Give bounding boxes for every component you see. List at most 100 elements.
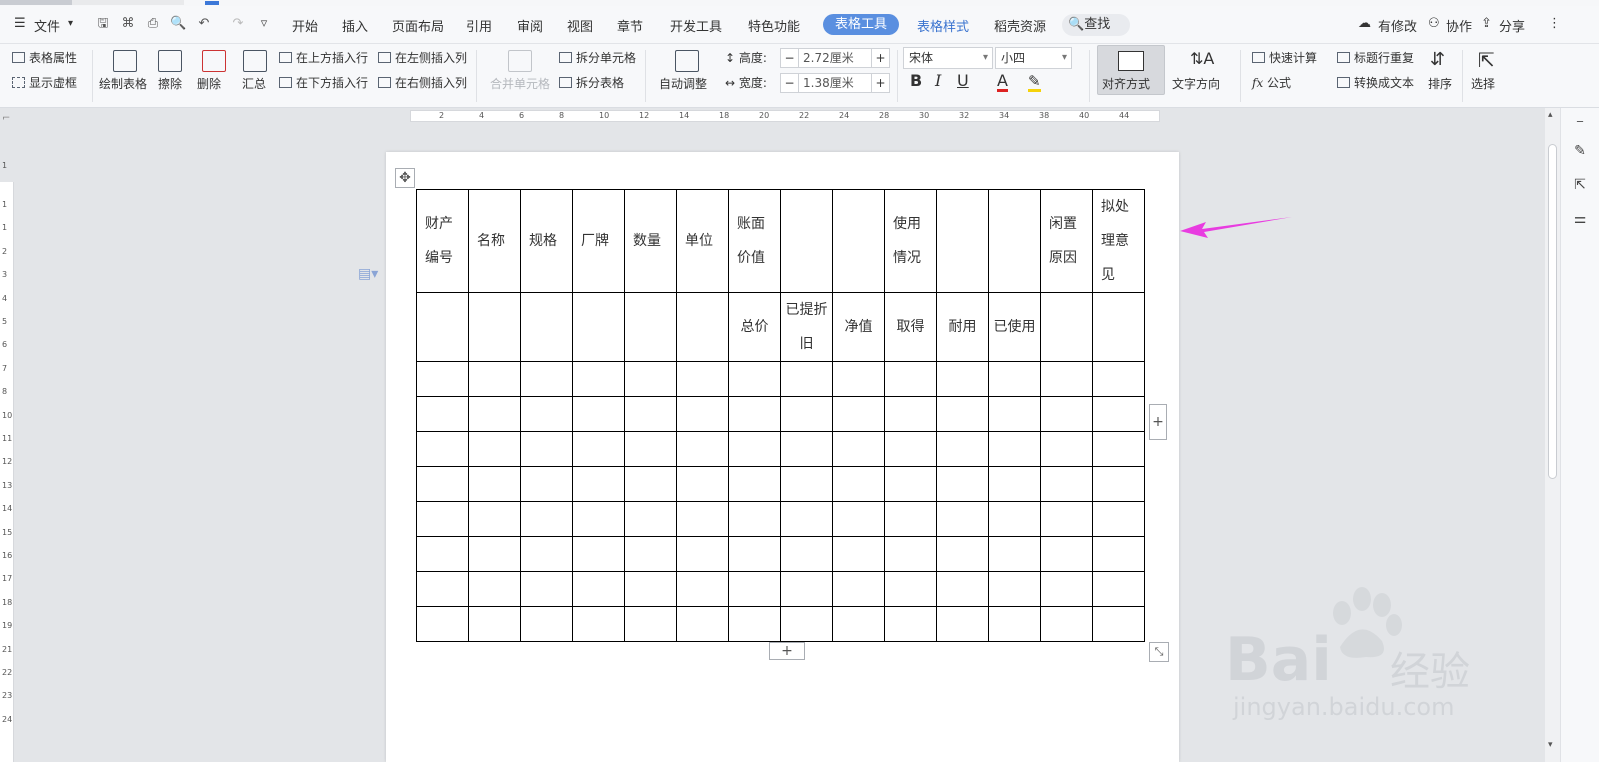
table-cell[interactable] [676, 606, 729, 642]
table-cell[interactable] [572, 292, 625, 362]
table-cell[interactable] [728, 396, 781, 432]
table-cell[interactable] [884, 571, 937, 607]
table-cell[interactable]: 取得 [884, 292, 937, 362]
table-cell[interactable] [624, 501, 677, 537]
table-cell[interactable]: 已提折旧 [780, 292, 833, 362]
customize-icon[interactable]: ▿ [256, 16, 272, 32]
table-cell[interactable] [1092, 571, 1145, 607]
table-cell[interactable]: 名称 [468, 189, 521, 293]
table-cell[interactable] [520, 431, 573, 467]
add-column-button[interactable]: + [1149, 404, 1167, 440]
table-cell[interactable] [1092, 466, 1145, 502]
scrollbar-thumb[interactable] [1548, 144, 1557, 479]
tab-table-style[interactable]: 表格样式 [917, 16, 969, 35]
height-stepper[interactable]: − 2.72厘米 + [780, 48, 890, 68]
table-cell[interactable] [1092, 431, 1145, 467]
text-direction-button[interactable]: 文字方向 [1172, 76, 1220, 92]
table-cell[interactable] [780, 536, 833, 572]
document-page[interactable]: ✥ 财产编号 名称 规格 厂牌 数量 单位 账面价值 使用情况 闲置原因 拟处理意见 总价 已提折旧净… [386, 152, 1179, 762]
bold-icon[interactable]: B [910, 73, 922, 89]
save-icon[interactable]: 🖫 [95, 16, 111, 32]
collaborate-button[interactable]: 协作 [1446, 16, 1472, 35]
table-cell[interactable] [988, 501, 1041, 537]
table-cell[interactable] [780, 501, 833, 537]
table-cell[interactable] [1040, 361, 1093, 397]
table-props-button[interactable]: 表格属性 [12, 50, 77, 66]
table-cell[interactable] [1040, 606, 1093, 642]
draw-table-button[interactable]: 绘制表格 [99, 76, 147, 92]
collapse-icon[interactable]: ─ [1569, 112, 1591, 134]
table-cell[interactable] [468, 361, 521, 397]
table-cell[interactable] [936, 571, 989, 607]
table-cell[interactable] [572, 536, 625, 572]
font-color-icon[interactable]: A [997, 73, 1008, 92]
table-cell[interactable] [988, 606, 1041, 642]
insert-col-right-button[interactable]: 在右侧插入列 [378, 75, 467, 91]
table-cell[interactable] [520, 536, 573, 572]
table-cell[interactable] [884, 466, 937, 502]
tab-page-layout[interactable]: 页面布局 [392, 16, 444, 35]
table-cell[interactable] [1040, 292, 1093, 362]
table-cell[interactable] [1040, 501, 1093, 537]
table-cell[interactable] [936, 189, 989, 293]
table-cell[interactable] [676, 536, 729, 572]
width-stepper[interactable]: − 1.38厘米 + [780, 73, 890, 93]
table-cell[interactable]: 拟处理意见 [1092, 189, 1145, 293]
to-text-button[interactable]: 转换成文本 [1337, 75, 1414, 91]
table-cell[interactable] [832, 501, 885, 537]
tab-chapter[interactable]: 章节 [617, 16, 643, 35]
table-cell[interactable] [832, 361, 885, 397]
show-gridlines-button[interactable]: 显示虚框 [12, 75, 77, 91]
table-cell[interactable] [936, 396, 989, 432]
table-cell[interactable] [780, 606, 833, 642]
tab-review[interactable]: 审阅 [517, 16, 543, 35]
tab-view[interactable]: 视图 [567, 16, 593, 35]
table-cell[interactable] [936, 431, 989, 467]
insert-row-above-button[interactable]: 在上方插入行 [279, 50, 368, 66]
table-cell[interactable] [624, 431, 677, 467]
table-cell[interactable] [676, 361, 729, 397]
table-cell[interactable] [832, 571, 885, 607]
table-cell[interactable] [832, 396, 885, 432]
table-cell[interactable]: 财产编号 [416, 189, 469, 293]
table-cell[interactable] [624, 361, 677, 397]
table-cell[interactable]: 总价 [728, 292, 781, 362]
table-cell[interactable] [468, 292, 521, 362]
table-cell[interactable]: 已使用 [988, 292, 1041, 362]
table-cell[interactable] [884, 361, 937, 397]
table-cell[interactable] [1092, 606, 1145, 642]
table-cell[interactable] [832, 189, 885, 293]
table-cell[interactable] [468, 466, 521, 502]
scroll-down-icon[interactable]: ▾ [1548, 740, 1553, 750]
table-cell[interactable] [780, 571, 833, 607]
table-cell[interactable] [676, 292, 729, 362]
quick-calc-button[interactable]: 快速计算 [1252, 50, 1317, 66]
table-cell[interactable] [416, 396, 469, 432]
tab-developer[interactable]: 开发工具 [670, 16, 722, 35]
menu-file[interactable]: 文件 [34, 16, 60, 35]
table-cell[interactable] [884, 536, 937, 572]
table-cell[interactable] [936, 536, 989, 572]
table-cell[interactable] [936, 501, 989, 537]
table-cell[interactable] [520, 501, 573, 537]
insert-col-left-button[interactable]: 在左侧插入列 [378, 50, 467, 66]
italic-icon[interactable]: I [935, 73, 941, 89]
table-cell[interactable] [572, 501, 625, 537]
format-painter-icon[interactable]: ⌘ [120, 16, 136, 32]
table-cell[interactable]: 闲置原因 [1040, 189, 1093, 293]
tab-table-tools[interactable]: 表格工具 [823, 14, 900, 35]
table-cell[interactable] [416, 536, 469, 572]
table-cell[interactable] [780, 189, 833, 293]
table-cell[interactable] [936, 361, 989, 397]
tab-references[interactable]: 引用 [466, 16, 492, 35]
chevron-down-icon[interactable]: ▾ [68, 18, 73, 29]
table-cell[interactable] [832, 431, 885, 467]
tab-resources[interactable]: 稻壳资源 [994, 16, 1046, 35]
table-cell[interactable] [676, 501, 729, 537]
table-cell[interactable] [468, 501, 521, 537]
table-cell[interactable] [1040, 431, 1093, 467]
table-cell[interactable] [572, 361, 625, 397]
insert-row-below-button[interactable]: 在下方插入行 [279, 75, 368, 91]
underline-icon[interactable]: U [957, 73, 969, 89]
table-cell[interactable] [624, 466, 677, 502]
